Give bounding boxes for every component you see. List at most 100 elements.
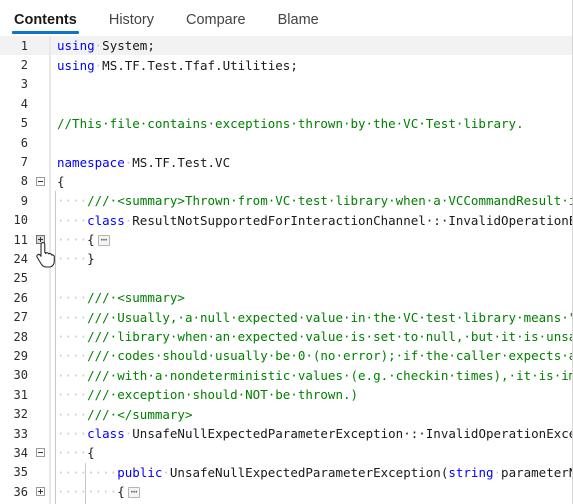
fold-column (31, 133, 49, 152)
gutter-separator (49, 94, 51, 114)
code-line[interactable]: 5 //This·file·contains·exceptions·thrown·… (0, 113, 572, 133)
fold-column[interactable] (31, 172, 49, 191)
code-text: namespace·MS.TF.Test.VC (57, 154, 231, 170)
line-number: 8 (20, 174, 28, 189)
fold-column (31, 346, 49, 365)
expand-fold-icon[interactable] (35, 235, 45, 245)
code-line[interactable]: 11 ····{⋯ (0, 229, 572, 250)
code-line[interactable]: 25 (0, 268, 572, 289)
code-text: ····{ (57, 445, 95, 461)
line-number: 9 (20, 193, 28, 208)
line-number: 4 (20, 96, 28, 111)
code-line[interactable]: 31 ····///·exception·should·NOT·be·thrown… (0, 385, 572, 405)
collapsed-region-ellipsis[interactable]: ⋯ (97, 234, 111, 247)
tab-label: Blame (277, 11, 319, 28)
collapse-fold-icon[interactable] (35, 448, 45, 458)
code-line[interactable]: 6 (0, 132, 572, 153)
code-line[interactable]: 1 using·System; (0, 36, 572, 56)
fold-column (31, 269, 49, 288)
line-number: 27 (13, 310, 28, 325)
fold-column[interactable] (31, 230, 49, 249)
tab-blame[interactable]: Blame (274, 11, 333, 37)
line-number: 30 (13, 368, 28, 383)
code-editor[interactable]: 1 using·System; 2 using·MS.TF.Test.Tfaf.Uti… (0, 36, 572, 504)
code-text: ····} (57, 251, 95, 267)
code-text: ····///·<summary>Thrown·from·VC·test·lib… (57, 193, 572, 209)
code-line[interactable]: 10 ····class·ResultNotSupportedForInterac… (0, 210, 572, 230)
fold-column (31, 424, 49, 443)
collapsed-region-ellipsis[interactable]: ⋯ (127, 486, 141, 499)
fold-column (31, 55, 49, 74)
line-number: 32 (13, 407, 28, 422)
code-line[interactable]: 32 ····///·</summary> (0, 404, 572, 424)
active-tab-indicator (12, 31, 79, 34)
code-line[interactable]: 24 ····} (0, 249, 572, 269)
fold-column (31, 404, 49, 423)
line-number: 25 (13, 271, 28, 286)
code-line[interactable]: 27 ····///·Usually,·a·null·expected·value… (0, 307, 572, 327)
code-text: using·System; (57, 38, 155, 54)
line-number: 29 (13, 348, 28, 363)
gutter-separator (49, 74, 51, 95)
tab-label: Contents (14, 11, 77, 28)
code-line[interactable]: 33 ····class·UnsafeNullExpectedParameterE… (0, 423, 572, 444)
line-number: 34 (13, 445, 28, 460)
gutter-separator (49, 268, 51, 289)
line-number: 26 (13, 290, 28, 305)
code-line[interactable]: 35 ········public·UnsafeNullExpectedParam… (0, 462, 572, 482)
fold-column (31, 94, 49, 113)
gutter-separator (49, 132, 51, 153)
line-number: 28 (13, 329, 28, 344)
line-number: 33 (13, 426, 28, 441)
collapse-fold-icon[interactable] (35, 176, 45, 186)
fold-column (31, 307, 49, 326)
code-line[interactable]: 26 ····///·<summary> (0, 288, 572, 308)
code-line[interactable]: 2 using·MS.TF.Test.Tfaf.Utilities; (0, 55, 572, 75)
fold-column (31, 288, 49, 307)
code-text: ········{⋯ (51, 484, 572, 499)
code-text: { (57, 173, 65, 189)
code-text: ····///·codes·should·usually·be·0·(no·er… (57, 348, 572, 364)
code-viewer-window: Contents History Compare Blame 1 using·Syste… (0, 0, 573, 504)
code-line[interactable]: 36 ········{⋯ (0, 481, 572, 502)
code-line[interactable]: 8{ (0, 171, 572, 192)
code-text: using·MS.TF.Test.Tfaf.Utilities; (57, 57, 298, 73)
code-line[interactable]: 9 ····///·<summary>Thrown·from·VC·test·li… (0, 191, 572, 211)
fold-column (31, 36, 49, 55)
code-line[interactable]: 28 ····///·library·when·an·expected·value… (0, 326, 572, 347)
code-line[interactable]: 29 ····///·codes·should·usually·be·0·(no·… (0, 346, 572, 366)
fold-column (31, 463, 49, 482)
code-line[interactable]: 3 (0, 74, 572, 95)
code-text: //This·file·contains·exceptions·thrown·b… (57, 115, 524, 131)
code-line[interactable]: 4 (0, 94, 572, 114)
fold-column (31, 75, 49, 94)
line-number: 3 (20, 77, 28, 92)
fold-column[interactable] (31, 443, 49, 462)
expand-fold-icon[interactable] (35, 487, 45, 497)
code-text: ····///·<summary> (57, 290, 185, 306)
code-line[interactable]: 30 ····///·with·a·nondeterministic·values… (0, 365, 572, 386)
fold-column (31, 366, 49, 385)
code-text: ····///·Usually,·a·null·expected·value·i… (57, 309, 572, 325)
code-text: ········public·UnsafeNullExpectedParamet… (57, 464, 572, 480)
fold-column (31, 327, 49, 346)
line-number: 2 (20, 58, 28, 73)
tab-contents[interactable]: Contents (10, 11, 91, 37)
code-text: ····///·library·when·an·expected·value·i… (57, 329, 572, 345)
tab-history[interactable]: History (105, 12, 168, 37)
code-line[interactable]: 34 ····{ (0, 443, 572, 463)
fold-column[interactable] (31, 482, 49, 501)
line-number: 24 (13, 251, 28, 266)
line-number: 10 (13, 213, 28, 228)
line-number: 31 (13, 387, 28, 402)
line-number: 36 (13, 484, 28, 499)
tab-bar: Contents History Compare Blame (0, 0, 572, 36)
tab-label: Compare (185, 11, 246, 28)
tab-compare[interactable]: Compare (182, 11, 260, 37)
line-number: 6 (20, 135, 28, 150)
code-lines: 1 using·System; 2 using·MS.TF.Test.Tfaf.Uti… (0, 36, 572, 504)
fold-column (31, 114, 49, 133)
code-text: ····///·with·a·nondeterministic·values·(… (57, 367, 572, 383)
code-line[interactable]: 7 namespace·MS.TF.Test.VC (0, 152, 572, 172)
code-text: ····{⋯ (51, 232, 572, 247)
